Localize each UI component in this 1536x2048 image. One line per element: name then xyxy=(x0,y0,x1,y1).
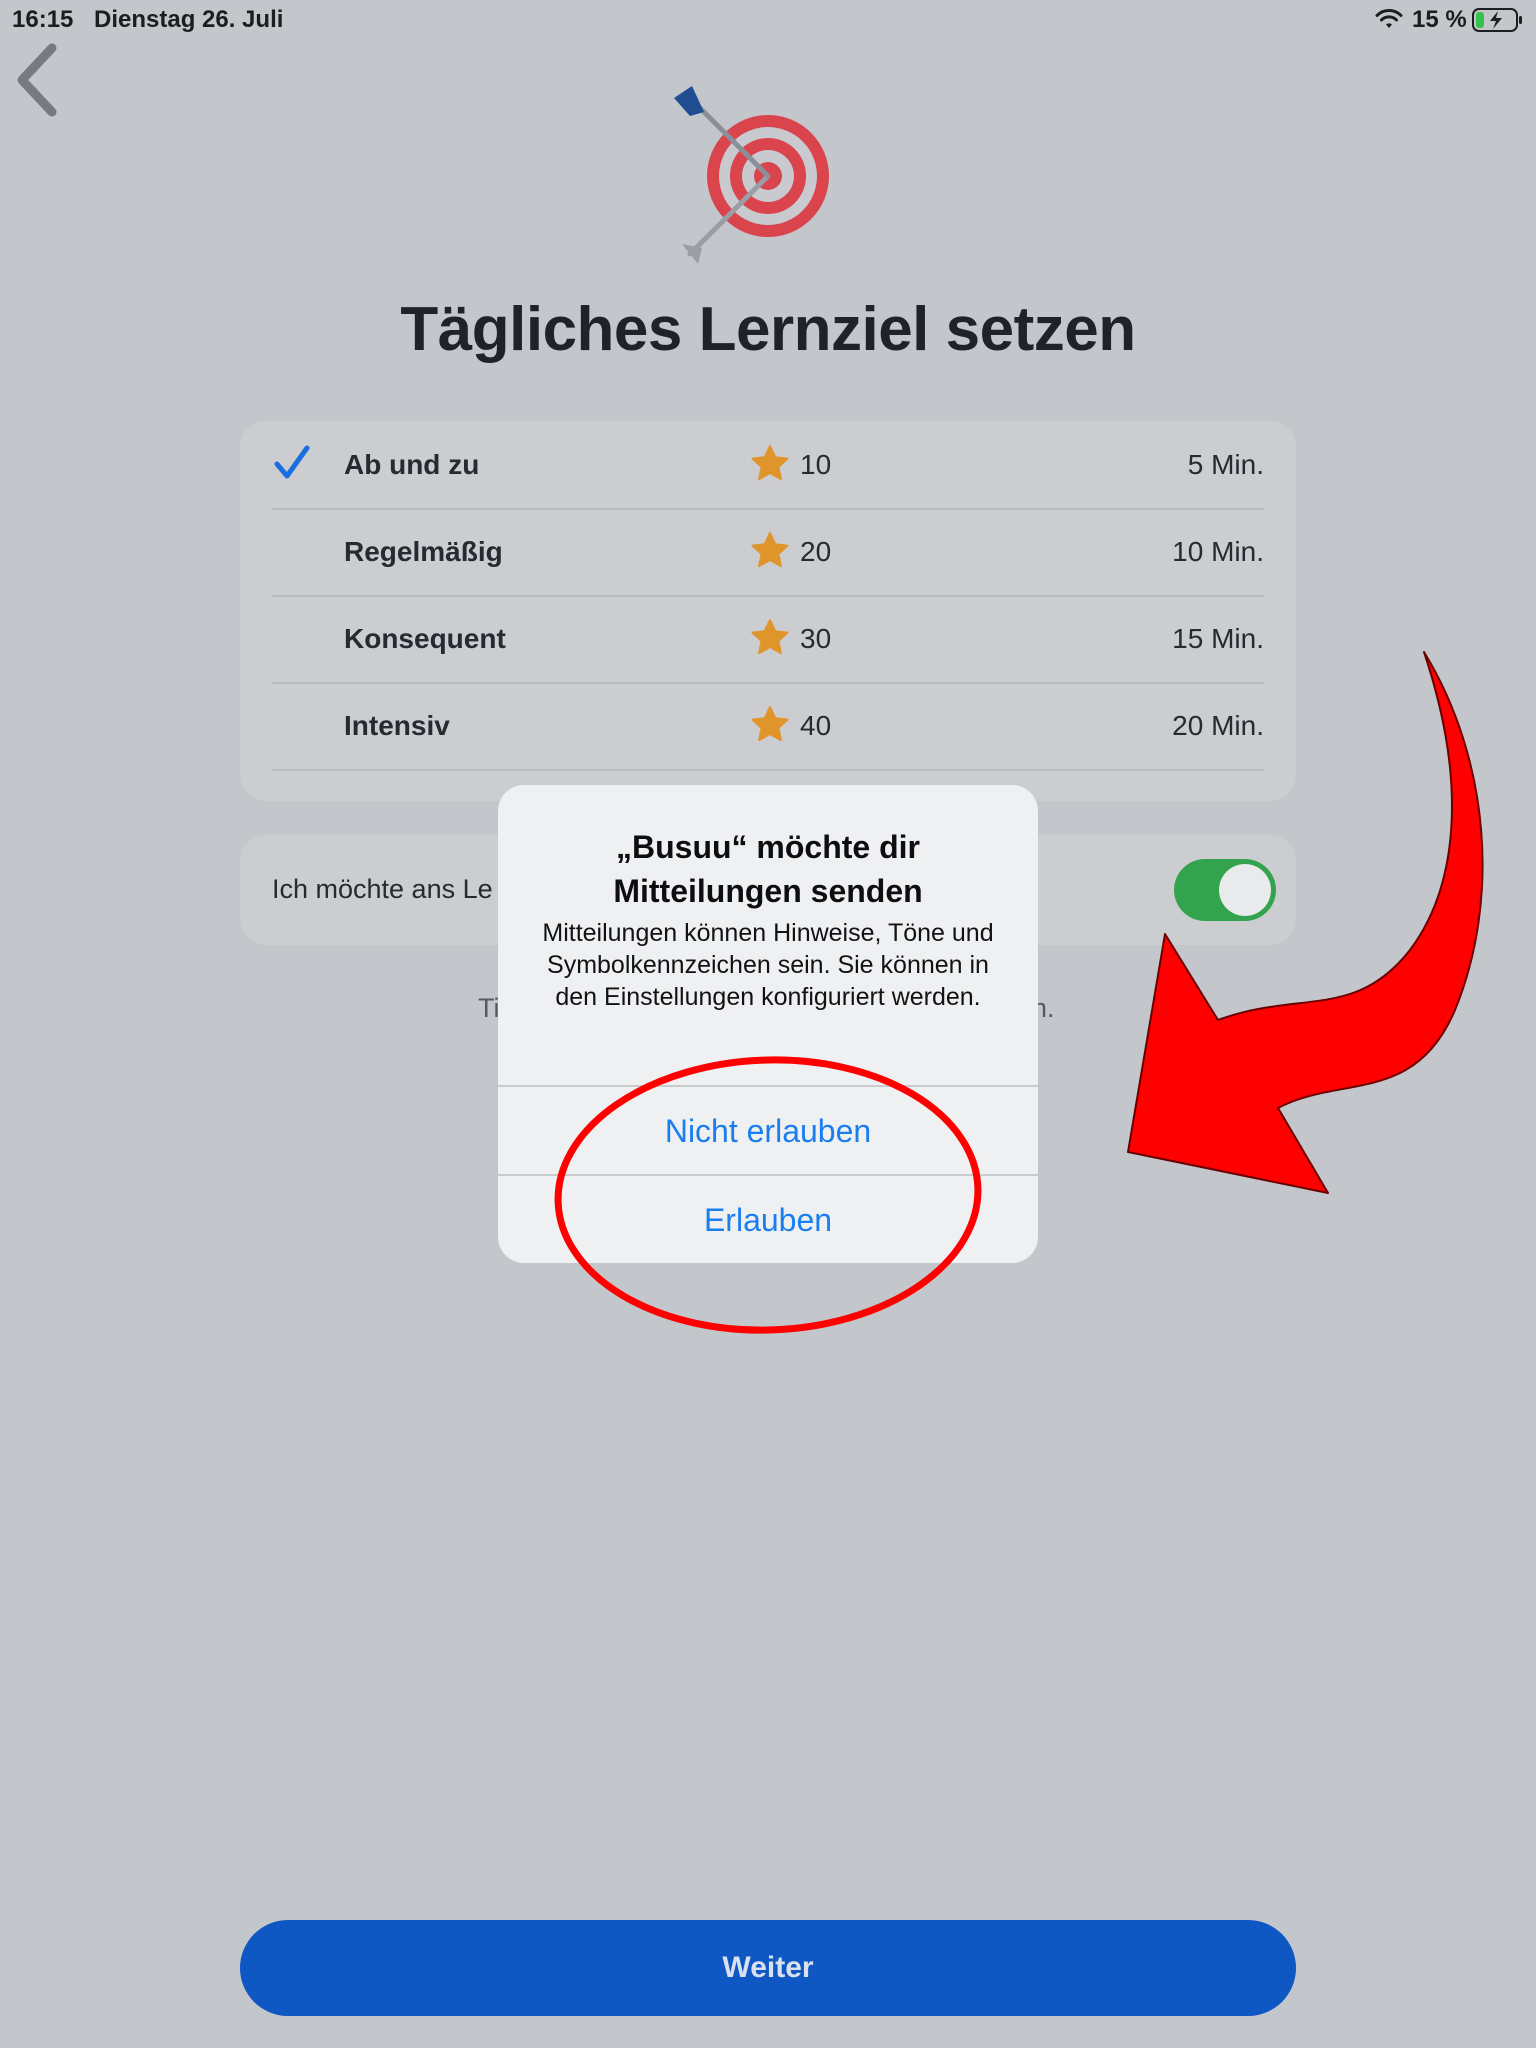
goal-option-konsequent[interactable]: Konsequent 30 15 Min. xyxy=(272,595,1264,684)
status-date: Dienstag 26. Juli xyxy=(94,6,284,33)
battery-percentage: 15 % xyxy=(1412,6,1467,33)
status-time: 16:15 xyxy=(12,6,74,33)
continue-button[interactable]: Weiter xyxy=(240,1920,1296,2016)
goal-name: Regelmäßig xyxy=(344,536,503,567)
notification-permission-alert: „Busuu“ möchte dir Mitteilungen senden M… xyxy=(498,785,1038,1263)
reminder-toggle[interactable] xyxy=(1174,859,1276,921)
star-icon xyxy=(751,706,789,742)
goal-points: 30 xyxy=(800,623,832,654)
deny-button[interactable]: Nicht erlauben xyxy=(498,1087,1038,1175)
target-arrow-icon xyxy=(674,86,829,264)
star-icon xyxy=(751,619,789,655)
reminder-label: Ich möchte ans Le xyxy=(272,874,493,904)
battery-charging-icon xyxy=(1472,8,1522,32)
checkmark-icon xyxy=(274,445,310,479)
hint-text-left: Ti xyxy=(478,993,500,1023)
status-bar: 16:15 Dienstag 26. Juli 15 % xyxy=(0,0,1536,40)
goal-name: Ab und zu xyxy=(344,449,480,480)
goal-option-regelmaessig[interactable]: Regelmäßig 20 10 Min. xyxy=(272,508,1264,597)
goal-minutes: 10 Min. xyxy=(1172,536,1264,567)
back-chevron-icon[interactable] xyxy=(12,42,62,122)
goal-name: Konsequent xyxy=(344,623,506,654)
allow-button[interactable]: Erlauben xyxy=(498,1176,1038,1263)
alert-title: „Busuu“ möchte dir Mitteilungen senden xyxy=(613,829,923,909)
alert-message: Mitteilungen können Hinweise, Töne und S… xyxy=(542,919,994,1011)
toggle-knob xyxy=(1219,864,1271,916)
goal-points: 40 xyxy=(800,710,832,741)
goal-options-card: Ab und zu 10 5 Min. Regelmäßig 20 10 Min… xyxy=(240,421,1296,801)
goal-minutes: 5 Min. xyxy=(1187,449,1264,480)
goal-minutes: 15 Min. xyxy=(1172,623,1264,654)
star-icon xyxy=(751,445,789,481)
goal-points: 20 xyxy=(800,536,832,567)
goal-name: Intensiv xyxy=(344,710,450,741)
page-title: Tägliches Lernziel setzen xyxy=(400,295,1136,364)
goal-points: 10 xyxy=(800,449,832,480)
wifi-icon xyxy=(1375,9,1403,28)
goal-option-intensiv[interactable]: Intensiv 40 20 Min. xyxy=(272,682,1264,771)
goal-minutes: 20 Min. xyxy=(1172,710,1264,741)
star-icon xyxy=(751,532,789,568)
goal-option-ab-und-zu[interactable]: Ab und zu 10 5 Min. xyxy=(272,421,1264,510)
